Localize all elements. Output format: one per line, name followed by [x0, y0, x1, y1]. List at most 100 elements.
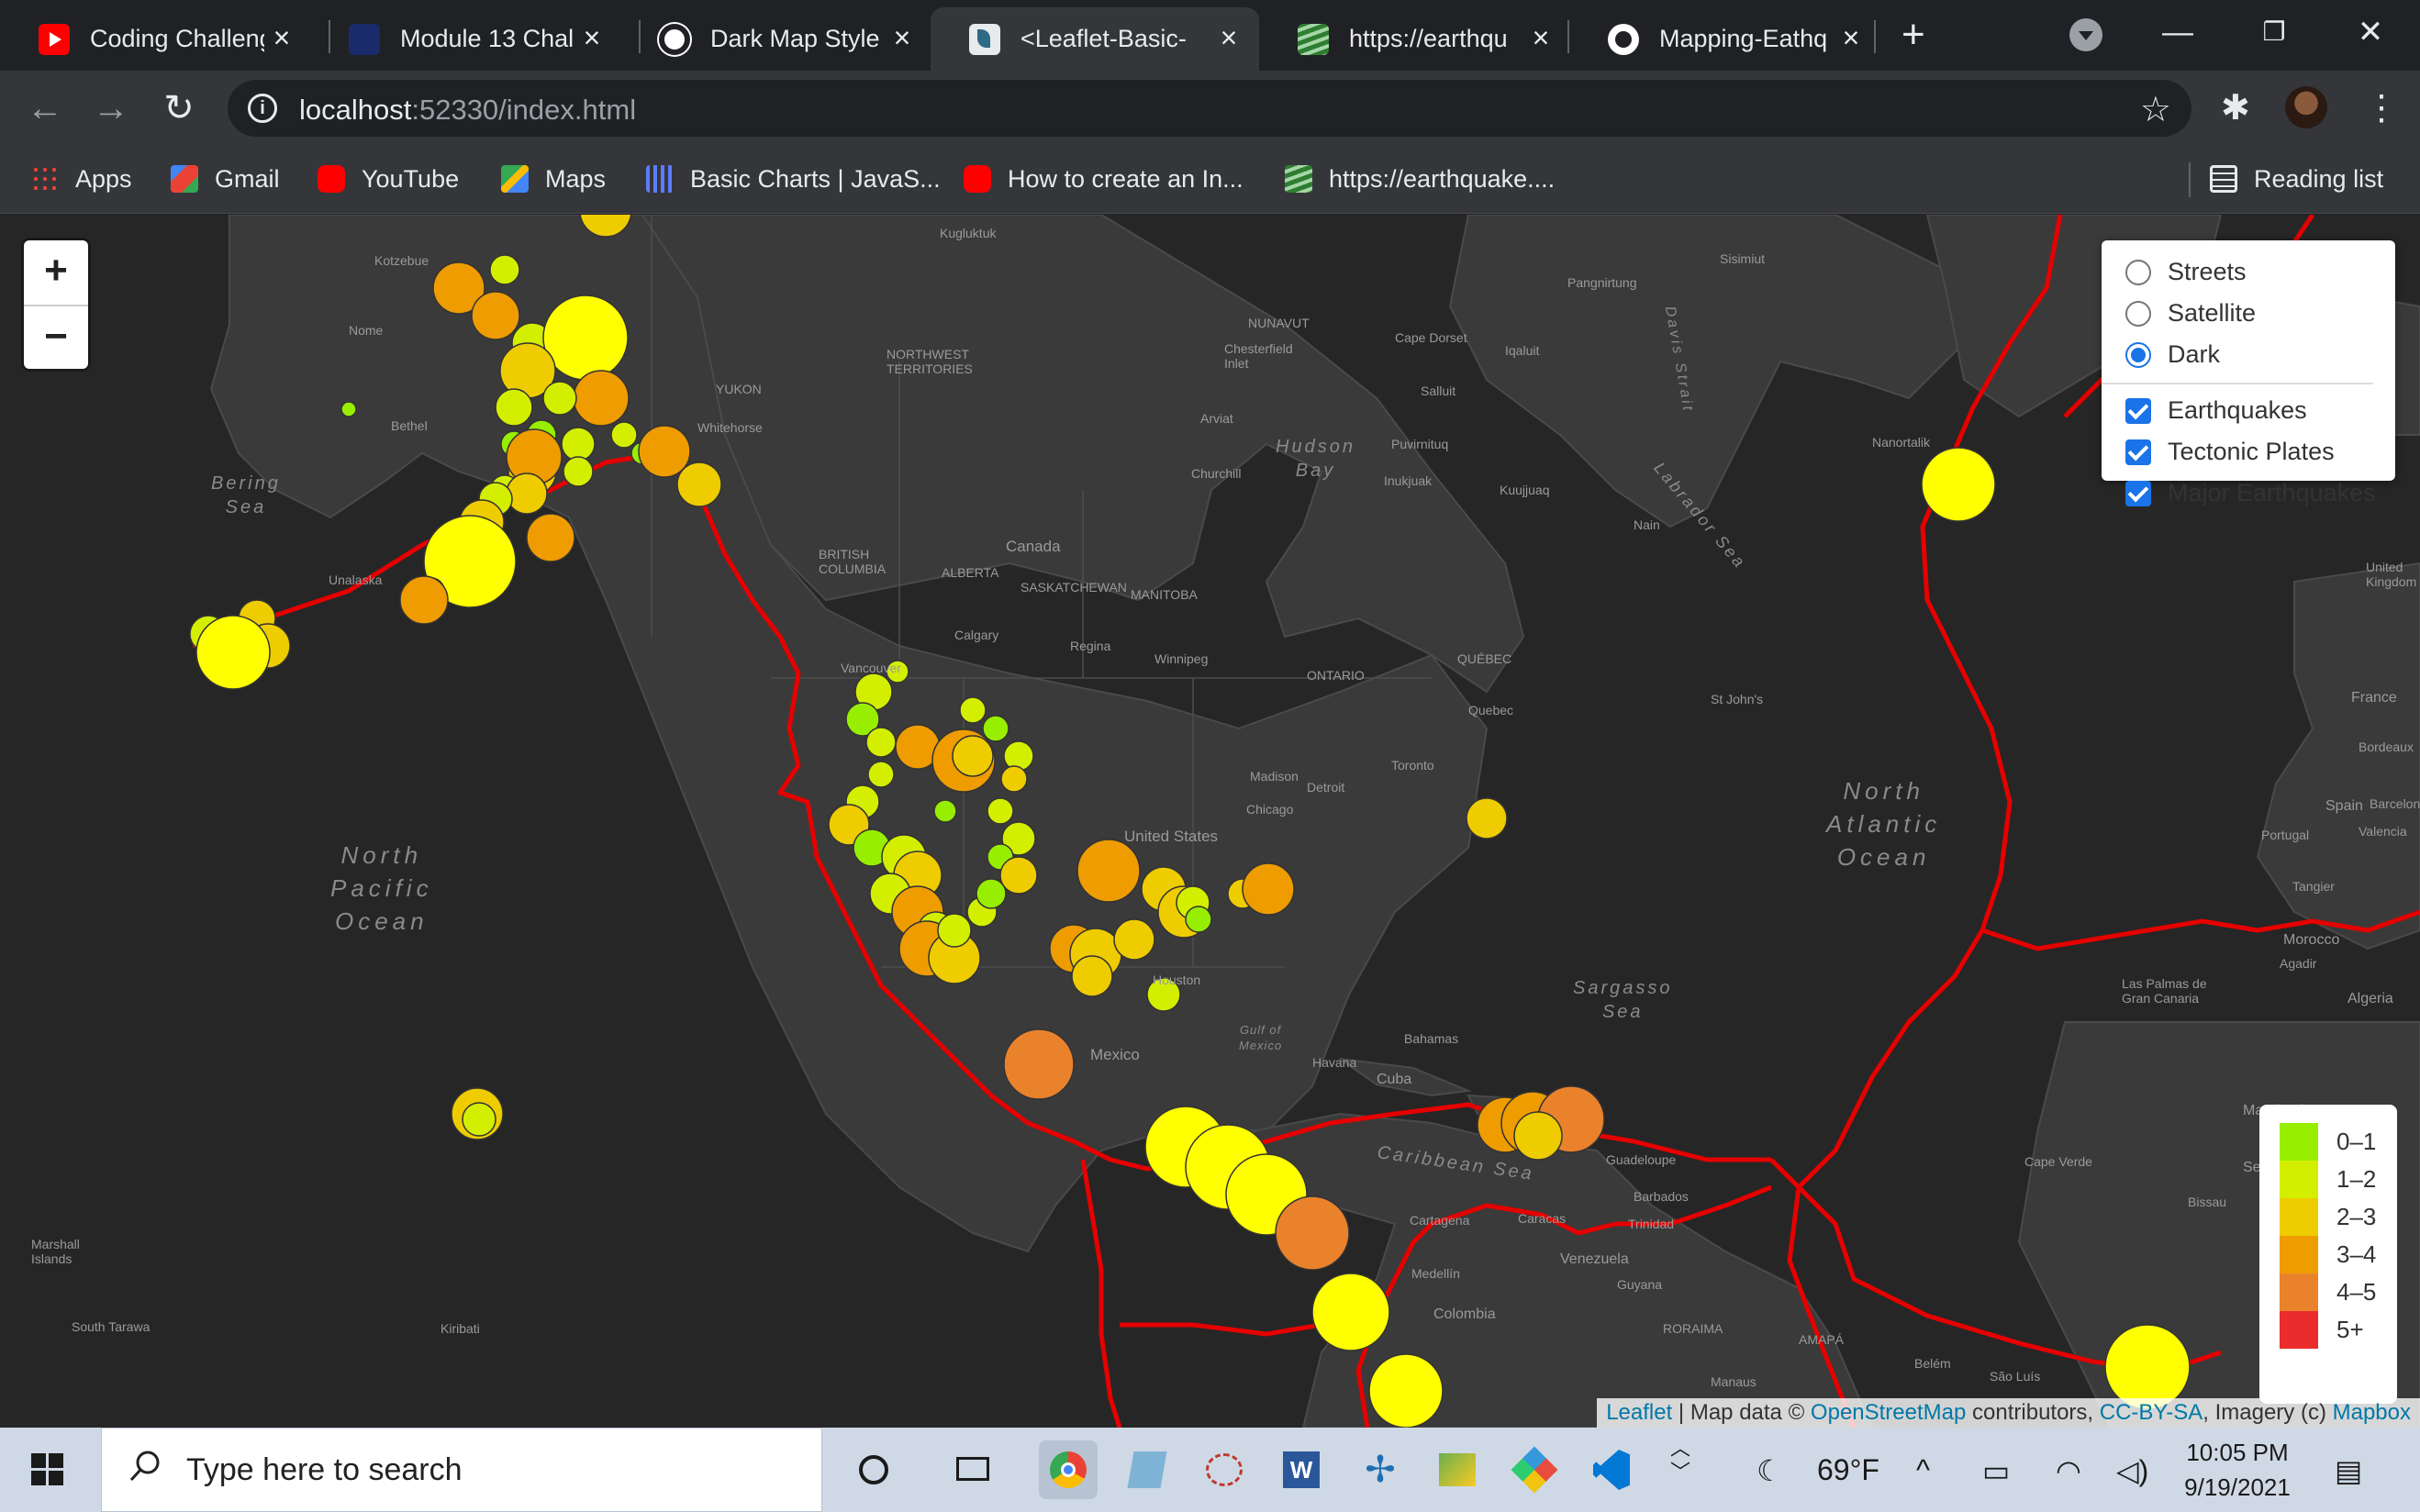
quake-marker[interactable] [1513, 1111, 1563, 1161]
quake-marker[interactable] [976, 878, 1007, 909]
radio-button[interactable] [2125, 341, 2151, 368]
new-tab-button[interactable]: + [1901, 15, 1925, 55]
quake-marker[interactable] [937, 913, 972, 948]
address-bar[interactable]: i localhost:52330/index.html ☆ [228, 80, 2191, 137]
quake-marker[interactable] [610, 421, 638, 449]
profile-avatar[interactable] [2285, 86, 2327, 128]
quake-marker[interactable] [340, 401, 357, 417]
quake-marker[interactable] [1076, 839, 1141, 903]
tray-overflow-icon[interactable]: ^ [1916, 1453, 1930, 1487]
close-tab-icon[interactable]: × [578, 23, 606, 52]
tab-github-mapping[interactable]: Mapping-Eathq × [1569, 7, 1881, 71]
reload-button[interactable]: ↻ [154, 83, 204, 133]
quake-marker[interactable] [471, 291, 520, 340]
forward-button[interactable]: → [86, 83, 136, 133]
quake-marker[interactable] [1368, 1353, 1444, 1428]
checkbox[interactable] [2125, 397, 2151, 424]
osm-link[interactable]: OpenStreetMap [1811, 1400, 1966, 1425]
back-button[interactable]: ← [20, 83, 70, 133]
overlay-tectonic-plates[interactable]: Tectonic Plates [2125, 431, 2395, 472]
quake-marker[interactable] [865, 727, 897, 758]
quake-marker[interactable] [462, 1102, 496, 1137]
quake-marker[interactable] [1113, 918, 1155, 961]
bookmark-gmail[interactable]: Gmail [171, 161, 280, 197]
taskbar-scroll-icon[interactable]: ︿ ﹀ [1670, 1437, 1690, 1484]
bookmark-star-icon[interactable]: ☆ [2140, 89, 2171, 130]
tab-module-13[interactable]: Module 13 Chal × [310, 7, 622, 71]
leaflet-link[interactable]: Leaflet [1606, 1400, 1672, 1425]
quake-marker[interactable] [1242, 862, 1295, 916]
radio-button[interactable] [2125, 300, 2151, 327]
base-layer-satellite[interactable]: Satellite [2125, 293, 2395, 334]
license-link[interactable]: CC-BY-SA [2100, 1400, 2203, 1425]
quake-marker[interactable] [1275, 1195, 1350, 1271]
quake-marker[interactable] [959, 696, 987, 724]
tab-earthquake-feed[interactable]: https://earthqu × [1259, 7, 1571, 71]
window-close-button[interactable]: ✕ [2343, 9, 2398, 55]
tab-leaflet-basic[interactable]: <Leaflet-Basic- × [931, 7, 1259, 71]
quake-marker[interactable] [2104, 1324, 2191, 1410]
quake-marker[interactable] [1311, 1273, 1390, 1351]
radio-button[interactable] [2125, 259, 2151, 285]
quake-marker[interactable] [1000, 765, 1028, 793]
tab-search-icon[interactable] [2069, 18, 2102, 51]
quake-marker[interactable] [573, 370, 630, 427]
word-icon[interactable]: W [1272, 1440, 1331, 1499]
overlay-major-earthquakes[interactable]: Major Earthquakes [2125, 472, 2395, 514]
extensions-icon[interactable]: ✱ [2221, 87, 2250, 128]
url-text[interactable]: localhost:52330/index.html [299, 94, 636, 127]
cortana-icon[interactable] [844, 1440, 903, 1499]
mapbox-link[interactable]: Mapbox [2333, 1400, 2411, 1425]
bookmark-how-to-create[interactable]: How to create an In... [964, 161, 1243, 197]
quake-marker[interactable] [561, 427, 596, 461]
checkbox[interactable] [2125, 480, 2151, 506]
base-layer-streets[interactable]: Streets [2125, 251, 2395, 293]
taskbar-search-box[interactable]: Type here to search [101, 1428, 822, 1512]
bookmark-basic-charts[interactable]: Basic Charts | JavaS... [646, 161, 941, 197]
chrome-taskbar-icon[interactable] [1039, 1440, 1098, 1499]
quake-marker[interactable] [563, 456, 594, 487]
base-layer-dark[interactable]: Dark [2125, 334, 2395, 375]
tab-coding-challenge[interactable]: Coding Challeng × [0, 7, 312, 71]
wifi-icon[interactable]: ◠ [2056, 1453, 2081, 1488]
zoom-in-button[interactable]: + [24, 240, 88, 305]
quake-marker[interactable] [933, 799, 957, 823]
battery-icon[interactable]: ▭ [1982, 1453, 2010, 1488]
quake-marker[interactable] [952, 735, 994, 777]
quake-marker[interactable] [867, 761, 895, 788]
vscode-icon[interactable] [1582, 1440, 1641, 1499]
quake-marker[interactable] [999, 856, 1038, 895]
reading-list-button[interactable]: Reading list [2210, 161, 2383, 197]
quake-marker[interactable] [1185, 906, 1212, 933]
leaflet-map[interactable]: North Pacific Ocean North Atlantic Ocean… [0, 215, 2420, 1428]
taskbar-clock[interactable]: 10:05 PM 9/19/2021 [2173, 1435, 2302, 1505]
quake-marker[interactable] [195, 615, 271, 690]
menu-kebab-icon[interactable]: ⋮ [2364, 87, 2399, 128]
weather-temperature[interactable]: 69°F [1817, 1453, 1879, 1487]
close-tab-icon[interactable]: × [1837, 23, 1865, 52]
tab-dark-map-style[interactable]: Dark Map Style × [620, 7, 932, 71]
quake-marker[interactable] [489, 254, 520, 285]
bookmark-maps[interactable]: Maps [501, 161, 606, 197]
quake-marker[interactable] [506, 472, 548, 515]
quake-marker[interactable] [526, 513, 575, 562]
quake-marker[interactable] [1921, 447, 1996, 522]
notifications-icon[interactable]: ▤ [2335, 1453, 2362, 1488]
bookmark-apps[interactable]: Apps [31, 161, 132, 197]
volume-icon[interactable]: ◁) [2116, 1453, 2148, 1488]
quake-marker[interactable] [542, 381, 577, 416]
close-tab-icon[interactable]: × [1527, 23, 1555, 52]
overlay-earthquakes[interactable]: Earthquakes [2125, 390, 2395, 431]
quake-marker[interactable] [982, 715, 1009, 742]
design-app-icon[interactable] [1505, 1440, 1564, 1499]
close-tab-icon[interactable]: × [268, 23, 296, 52]
minimize-button[interactable]: — [2150, 9, 2205, 55]
close-tab-icon[interactable]: × [1215, 23, 1243, 52]
snip-tool-icon[interactable] [1195, 1440, 1254, 1499]
site-info-icon[interactable]: i [248, 94, 277, 123]
quake-marker[interactable] [1071, 955, 1113, 997]
task-view-icon[interactable] [943, 1440, 1002, 1499]
quake-marker[interactable] [1003, 1028, 1075, 1100]
tableau-icon[interactable]: ✢ [1351, 1440, 1410, 1499]
checkbox[interactable] [2125, 439, 2151, 465]
